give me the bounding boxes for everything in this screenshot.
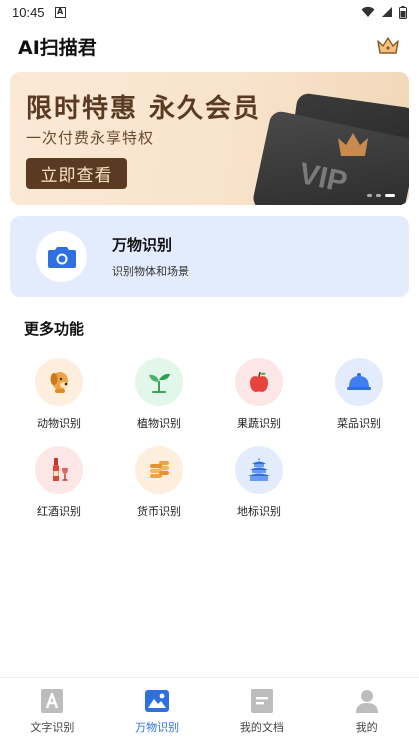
landmark-recognition-item[interactable]: 地标识别 bbox=[209, 446, 309, 519]
landmark-icon-circle bbox=[235, 446, 283, 494]
view-now-button[interactable]: 立即查看 bbox=[26, 158, 127, 189]
image-icon bbox=[144, 688, 170, 714]
banner-dot-active bbox=[385, 194, 395, 197]
wine-icon-circle bbox=[35, 446, 83, 494]
animal-recognition-item[interactable]: 动物识别 bbox=[9, 358, 109, 431]
more-functions-title: 更多功能 bbox=[24, 320, 85, 338]
signal-icon bbox=[382, 7, 392, 17]
function-label: 地标识别 bbox=[237, 505, 281, 518]
function-label: 植物识别 bbox=[137, 417, 181, 430]
dog-icon bbox=[50, 372, 68, 393]
function-label: 果蔬识别 bbox=[237, 417, 281, 430]
nav-label: 我的文档 bbox=[239, 721, 284, 734]
vip-crown-button[interactable] bbox=[375, 33, 401, 59]
text-doc-icon bbox=[39, 688, 65, 714]
banner-dot bbox=[367, 194, 372, 197]
promo-banner[interactable]: VIP 限时特惠 永久会员 一次付费永享特权 立即查看 bbox=[10, 72, 409, 205]
nav-my-documents[interactable]: 我的文档 bbox=[210, 678, 315, 744]
battery-icon bbox=[399, 5, 407, 19]
app-title: AI扫描君 bbox=[18, 36, 97, 59]
status-time: 10:45 bbox=[12, 4, 45, 20]
bottom-navigation: 文字识别 万物识别 我的文档 我的 bbox=[0, 677, 419, 744]
animal-icon-circle bbox=[35, 358, 83, 406]
nav-profile[interactable]: 我的 bbox=[314, 678, 419, 744]
app-header: AI扫描君 bbox=[0, 28, 419, 64]
currency-icon-circle bbox=[135, 446, 183, 494]
wifi-icon bbox=[361, 6, 375, 17]
wine-recognition-item[interactable]: 红酒识别 bbox=[9, 446, 109, 519]
fruit-vegetable-recognition-item[interactable]: 果蔬识别 bbox=[209, 358, 309, 431]
recognition-subtitle: 识别物体和场景 bbox=[112, 265, 189, 278]
banner-crown-icon bbox=[338, 133, 368, 156]
status-bar: 10:45 A bbox=[0, 0, 419, 24]
banner-dot bbox=[376, 194, 381, 197]
banner-pagination bbox=[367, 194, 395, 197]
banner-title: 限时特惠 永久会员 bbox=[26, 94, 262, 124]
crown-icon bbox=[377, 37, 399, 54]
camera-button[interactable] bbox=[36, 231, 87, 282]
plant-icon-circle bbox=[135, 358, 183, 406]
apple-icon bbox=[250, 371, 268, 392]
banner-subtitle: 一次付费永享特权 bbox=[26, 129, 155, 147]
plant-recognition-item[interactable]: 植物识别 bbox=[109, 358, 209, 431]
object-recognition-card[interactable]: 万物识别 识别物体和场景 bbox=[10, 216, 409, 297]
person-icon bbox=[354, 688, 380, 714]
sprout-icon bbox=[149, 373, 170, 393]
wine-icon bbox=[53, 458, 68, 481]
recognition-title: 万物识别 bbox=[112, 236, 173, 254]
nav-label: 我的 bbox=[355, 721, 378, 734]
function-label: 货币识别 bbox=[137, 505, 181, 518]
dish-cover-icon bbox=[347, 373, 371, 390]
nav-object-recognition[interactable]: 万物识别 bbox=[105, 678, 210, 744]
dish-icon-circle bbox=[335, 358, 383, 406]
fruit-icon-circle bbox=[235, 358, 283, 406]
camera-icon bbox=[47, 246, 76, 268]
nav-text-recognition[interactable]: 文字识别 bbox=[0, 678, 105, 744]
nav-label: 文字识别 bbox=[30, 721, 75, 734]
function-label: 动物识别 bbox=[37, 417, 81, 430]
dish-recognition-item[interactable]: 菜品识别 bbox=[309, 358, 409, 431]
status-notification-icon: A bbox=[54, 6, 66, 18]
nav-label: 万物识别 bbox=[135, 721, 180, 734]
temple-icon bbox=[248, 458, 270, 481]
function-label: 红酒识别 bbox=[37, 505, 81, 518]
coins-icon bbox=[150, 461, 169, 478]
document-icon bbox=[249, 688, 275, 714]
function-label: 菜品识别 bbox=[337, 417, 381, 430]
currency-recognition-item[interactable]: 货币识别 bbox=[109, 446, 209, 519]
vip-card-text: VIP bbox=[295, 156, 351, 200]
